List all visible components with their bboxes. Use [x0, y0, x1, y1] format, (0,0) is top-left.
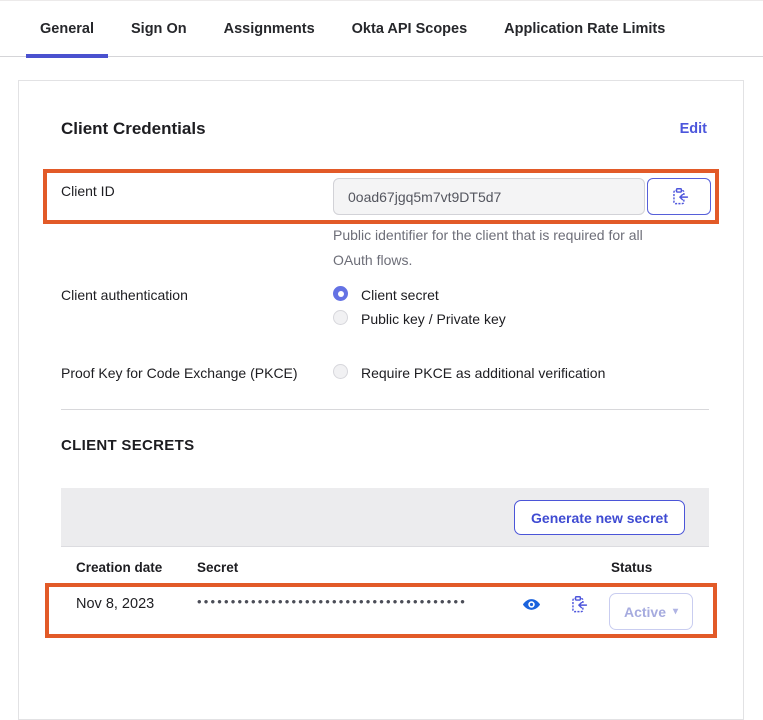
tab-bar: General Sign On Assignments Okta API Sco… — [0, 0, 763, 57]
radio-client-secret-label: Client secret — [361, 287, 439, 303]
pkce-checkbox[interactable] — [333, 364, 348, 379]
radio-public-private-key-label: Public key / Private key — [361, 311, 506, 327]
generate-new-secret-button[interactable]: Generate new secret — [514, 500, 685, 535]
secret-masked-value: •••••••••••••••••••••••••••••••••••••••• — [197, 594, 517, 609]
tab-sign-on[interactable]: Sign On — [117, 1, 201, 57]
copy-client-id-button[interactable] — [647, 178, 711, 215]
status-label: Active — [624, 604, 666, 620]
column-header-status: Status — [611, 560, 652, 575]
client-secrets-toolbar: Generate new secret — [61, 488, 709, 547]
edit-link[interactable]: Edit — [680, 121, 707, 137]
eye-icon — [522, 595, 541, 614]
client-secrets-title: CLIENT SECRETS — [61, 437, 194, 454]
pkce-label: Proof Key for Code Exchange (PKCE) — [61, 365, 298, 381]
caret-down-icon: ▾ — [673, 606, 678, 617]
client-id-help-text: Public identifier for the client that is… — [333, 223, 667, 273]
client-credentials-title: Client Credentials — [61, 119, 206, 139]
clipboard-copy-icon — [670, 187, 689, 206]
secret-creation-date: Nov 8, 2023 — [76, 596, 154, 612]
column-header-secret: Secret — [197, 560, 238, 575]
settings-card: Client Credentials Edit Client ID Public… — [18, 80, 744, 720]
clipboard-copy-icon — [569, 595, 588, 614]
client-authentication-label: Client authentication — [61, 287, 188, 303]
tab-application-rate-limits[interactable]: Application Rate Limits — [490, 1, 679, 57]
reveal-secret-button[interactable] — [520, 593, 542, 615]
client-id-label: Client ID — [61, 183, 115, 199]
radio-client-secret[interactable] — [333, 286, 348, 301]
pkce-option-label: Require PKCE as additional verification — [361, 365, 605, 381]
status-dropdown[interactable]: Active ▾ — [609, 593, 693, 630]
tab-assignments[interactable]: Assignments — [210, 1, 329, 57]
client-id-input[interactable] — [333, 178, 645, 215]
column-header-creation-date: Creation date — [76, 560, 162, 575]
tab-okta-api-scopes[interactable]: Okta API Scopes — [338, 1, 482, 57]
radio-public-private-key[interactable] — [333, 310, 348, 325]
copy-secret-button[interactable] — [567, 593, 589, 615]
section-divider — [61, 409, 709, 410]
tab-general[interactable]: General — [26, 1, 108, 57]
